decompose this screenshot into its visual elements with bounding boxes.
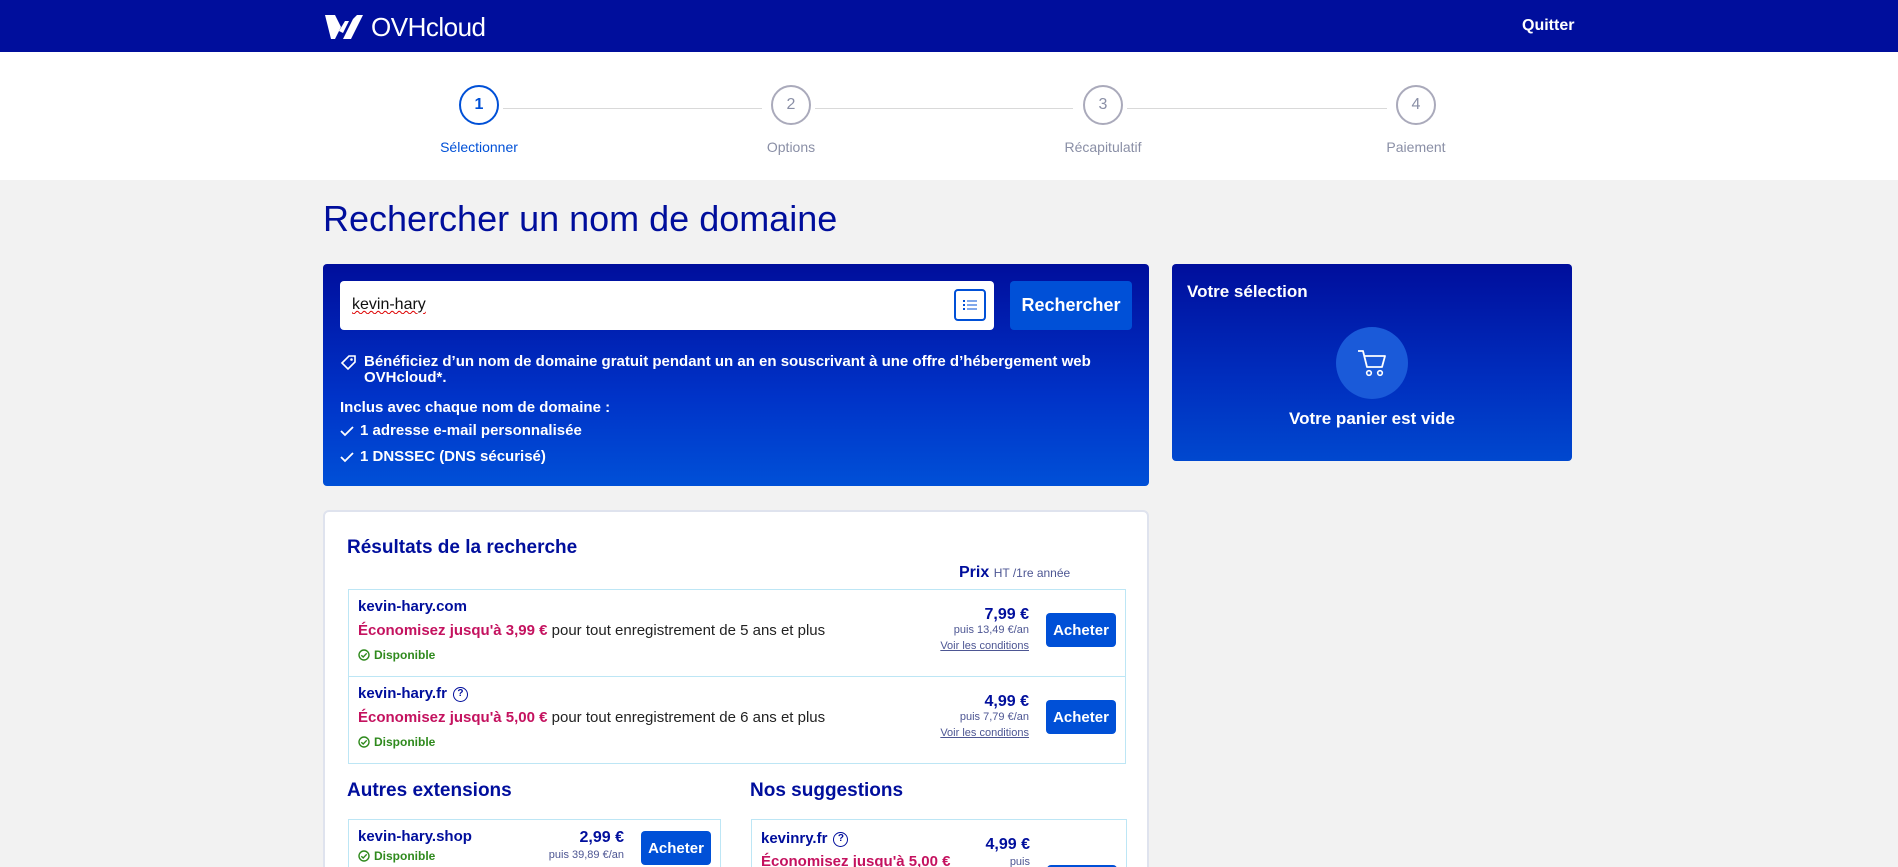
price: 7,99 € xyxy=(984,606,1029,623)
included-item: 1 DNSSEC (DNS sécurisé) xyxy=(340,448,546,465)
availability: Disponible xyxy=(358,735,435,749)
step-number: 1 xyxy=(459,85,499,125)
order-stepper: 1 Sélectionner 2 Options 3 Récapitulatif… xyxy=(0,52,1898,180)
domain-search-input[interactable] xyxy=(352,291,912,319)
domain-name: kevin-hary.com xyxy=(358,598,467,615)
check-circle-icon xyxy=(358,850,370,862)
step-number: 3 xyxy=(1083,85,1123,125)
price: 4,99 € xyxy=(985,836,1030,853)
price-header: Prix HT /1re année xyxy=(959,564,1070,582)
result-row: kevin-hary.fr? Économisez jusqu'à 5,00 €… xyxy=(348,676,1126,764)
domain-name: kevin-hary.shop xyxy=(358,828,472,845)
other-extension-row: kevin-hary.shop Disponible 2,99 € puis 3… xyxy=(348,819,721,867)
check-circle-icon xyxy=(358,649,370,661)
domain-label: kevinry.fr xyxy=(761,830,828,847)
domain-name: kevinry.fr? xyxy=(761,830,849,847)
savings-detail: pour tout enregistrement de 5 ans et plu… xyxy=(547,622,826,639)
price-note: HT /1re année xyxy=(993,566,1071,580)
check-icon xyxy=(340,451,354,462)
savings-highlight: Économisez jusqu'à 5,00 € xyxy=(761,853,951,867)
ovhcloud-logo[interactable]: OVHcloud xyxy=(323,12,486,42)
included-item: 1 adresse e-mail personnalisée xyxy=(340,422,582,439)
ovhcloud-logo-icon xyxy=(325,15,363,39)
top-bar: OVHcloud Quitter xyxy=(0,0,1898,52)
step-label: Sélectionner xyxy=(440,139,518,155)
savings-detail: pour tout enregistrement de 6 ans et plu… xyxy=(547,709,826,726)
conditions-link[interactable]: Voir les conditions xyxy=(940,640,1029,652)
help-icon[interactable]: ? xyxy=(833,832,849,847)
buy-button[interactable]: Acheter xyxy=(641,831,711,865)
step-summary: 3 Récapitulatif xyxy=(1023,85,1183,155)
result-row: kevin-hary.com Économisez jusqu'à 3,99 €… xyxy=(348,589,1126,677)
search-box xyxy=(340,281,994,330)
included-title: Inclus avec chaque nom de domaine : xyxy=(340,399,611,416)
check-icon xyxy=(340,425,354,436)
savings-text: Économisez jusqu'à 5,00 € pour tout enre… xyxy=(358,709,825,726)
hosting-promo: Bénéficiez d’un nom de domaine gratuit p… xyxy=(340,354,1130,386)
page-title: Rechercher un nom de domaine xyxy=(323,198,838,239)
step-payment: 4 Paiement xyxy=(1336,85,1496,155)
check-circle-icon xyxy=(358,736,370,748)
step-select[interactable]: 1 Sélectionner xyxy=(399,85,559,155)
other-extensions-title: Autres extensions xyxy=(347,780,512,801)
cart-icon xyxy=(1358,350,1386,377)
cart-panel: Votre sélection Votre panier est vide xyxy=(1172,264,1572,461)
cart-title: Votre sélection xyxy=(1187,282,1308,301)
step-label: Récapitulatif xyxy=(1064,139,1142,155)
help-icon[interactable]: ? xyxy=(452,687,468,702)
included-item-label: 1 DNSSEC (DNS sécurisé) xyxy=(360,448,546,465)
renewal-price: puis 7,79 €/an xyxy=(959,711,1029,723)
domain-name: kevin-hary.fr? xyxy=(358,685,468,702)
availability-label: Disponible xyxy=(374,648,436,662)
step-number: 4 xyxy=(1396,85,1436,125)
renewal-price: puis 39,89 €/an xyxy=(548,849,624,861)
list-icon xyxy=(963,300,977,310)
savings-highlight: Économisez jusqu'à 3,99 € xyxy=(358,622,548,639)
tag-icon xyxy=(340,355,356,371)
included-item-label: 1 adresse e-mail personnalisée xyxy=(360,422,582,439)
savings-text: Économisez jusqu'à 3,99 € pour tout enre… xyxy=(358,622,825,639)
conditions-link[interactable]: Voir les conditions xyxy=(940,727,1029,739)
availability: Disponible xyxy=(358,849,435,863)
suggestion-row: kevinry.fr? Économisez jusqu'à 5,00 € 4,… xyxy=(751,819,1127,867)
suggestions-title: Nos suggestions xyxy=(750,780,904,801)
results-title: Résultats de la recherche xyxy=(347,537,578,558)
price-label: Prix xyxy=(959,564,990,581)
step-number: 2 xyxy=(771,85,811,125)
price: 4,99 € xyxy=(984,693,1029,710)
domain-label: kevin-hary.fr xyxy=(358,685,447,702)
cart-icon-circle xyxy=(1336,327,1408,399)
search-button[interactable]: Rechercher xyxy=(1010,281,1132,330)
quit-link[interactable]: Quitter xyxy=(1522,17,1574,35)
renewal-price: puis xyxy=(1009,856,1030,867)
brand-name: OVHcloud xyxy=(371,11,486,42)
renewal-price: puis 13,49 €/an xyxy=(953,624,1029,636)
cart-empty-message: Votre panier est vide xyxy=(1289,409,1455,428)
availability: Disponible xyxy=(358,648,435,662)
savings-highlight: Économisez jusqu'à 5,00 € xyxy=(358,709,548,726)
buy-button[interactable]: Acheter xyxy=(1046,613,1116,647)
availability-label: Disponible xyxy=(374,849,436,863)
promo-text: Bénéficiez d’un nom de domaine gratuit p… xyxy=(364,353,1091,386)
buy-button[interactable]: Acheter xyxy=(1046,700,1116,734)
search-panel: Rechercher Bénéficiez d’un nom de domain… xyxy=(323,264,1149,486)
search-results: Résultats de la recherche Prix HT /1re a… xyxy=(323,510,1149,867)
step-label: Options xyxy=(766,139,816,155)
bulk-search-button[interactable] xyxy=(954,289,986,321)
step-label: Paiement xyxy=(1386,139,1446,155)
availability-label: Disponible xyxy=(374,735,436,749)
step-options: 2 Options xyxy=(711,85,871,155)
price: 2,99 € xyxy=(579,829,624,846)
